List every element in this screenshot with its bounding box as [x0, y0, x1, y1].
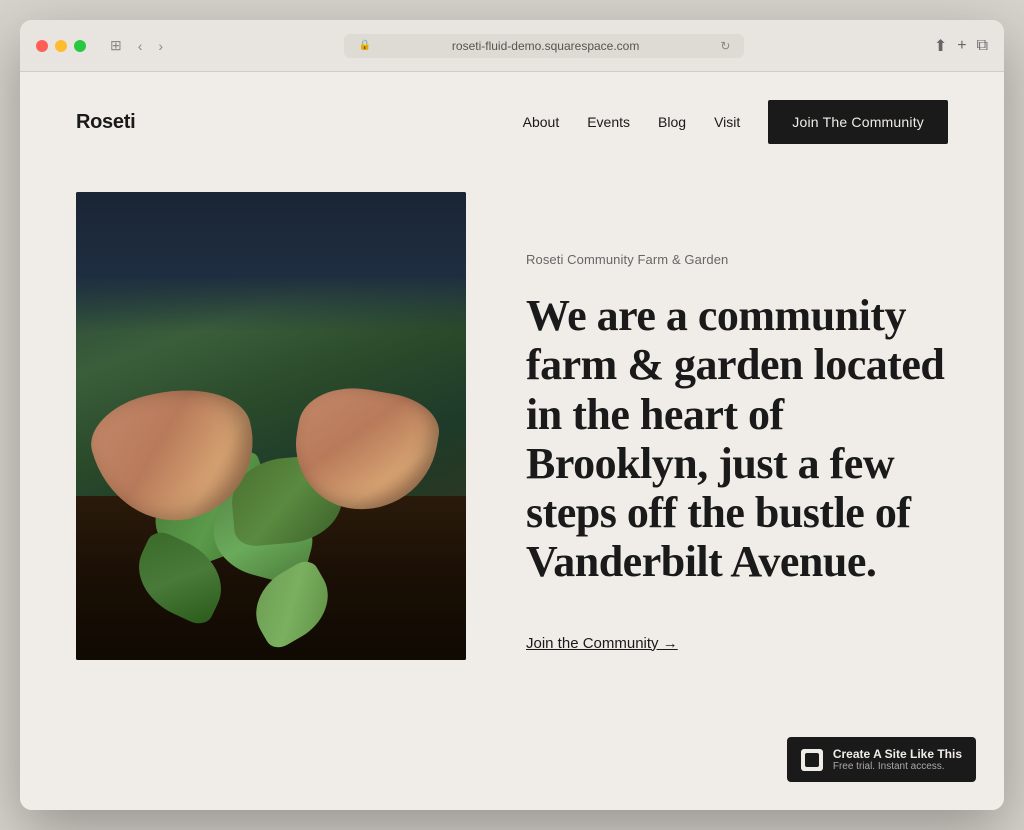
- address-bar-inner[interactable]: 🔒 roseti-fluid-demo.squarespace.com ↻: [344, 34, 744, 58]
- maximize-button[interactable]: [74, 40, 86, 52]
- refresh-icon[interactable]: ↻: [720, 39, 730, 53]
- nav-link-blog[interactable]: Blog: [658, 114, 686, 130]
- browser-chrome: ⊞ ‹ › 🔒 roseti-fluid-demo.squarespace.co…: [20, 20, 1004, 72]
- lock-icon: 🔒: [358, 40, 370, 51]
- clothing-decoration: [76, 192, 466, 332]
- website-content: Roseti About Events Blog Visit Join The …: [20, 72, 1004, 810]
- badge-text: Create A Site Like This Free trial. Inst…: [833, 747, 962, 772]
- hero-image-inner: [76, 192, 466, 660]
- address-bar: 🔒 roseti-fluid-demo.squarespace.com ↻: [179, 34, 910, 58]
- hero-content: Roseti Community Farm & Garden We are a …: [526, 192, 948, 653]
- share-button[interactable]: ⬆: [934, 36, 947, 56]
- browser-window: ⊞ ‹ › 🔒 roseti-fluid-demo.squarespace.co…: [20, 20, 1004, 810]
- hero-section: Roseti Community Farm & Garden We are a …: [20, 172, 1004, 700]
- tabs-button[interactable]: ⧉: [977, 37, 988, 55]
- traffic-lights: [36, 40, 86, 52]
- back-button[interactable]: ‹: [134, 36, 147, 56]
- squarespace-logo: [801, 749, 823, 771]
- hero-title: We are a community farm & garden located…: [526, 291, 948, 587]
- close-button[interactable]: [36, 40, 48, 52]
- sidebar-toggle-button[interactable]: ⊞: [106, 35, 126, 56]
- minimize-button[interactable]: [55, 40, 67, 52]
- hero-image: [76, 192, 466, 660]
- nav-links: About Events Blog Visit Join The Communi…: [523, 100, 948, 144]
- badge-main-text: Create A Site Like This: [833, 747, 962, 761]
- site-logo[interactable]: Roseti: [76, 111, 135, 134]
- navigation: Roseti About Events Blog Visit Join The …: [20, 72, 1004, 172]
- squarespace-logo-inner: [805, 753, 819, 767]
- url-text: roseti-fluid-demo.squarespace.com: [377, 39, 714, 53]
- forward-button[interactable]: ›: [154, 36, 167, 56]
- nav-link-events[interactable]: Events: [587, 114, 630, 130]
- browser-actions: ⬆ + ⧉: [934, 36, 988, 56]
- nav-link-visit[interactable]: Visit: [714, 114, 740, 130]
- new-tab-button[interactable]: +: [957, 37, 966, 55]
- browser-controls: ⊞ ‹ ›: [106, 35, 167, 56]
- hero-cta-button[interactable]: Join the Community →: [526, 635, 678, 652]
- nav-link-about[interactable]: About: [523, 114, 560, 130]
- hero-subtitle: Roseti Community Farm & Garden: [526, 252, 948, 267]
- badge-sub-text: Free trial. Instant access.: [833, 761, 962, 772]
- squarespace-badge[interactable]: Create A Site Like This Free trial. Inst…: [787, 737, 976, 782]
- join-community-button[interactable]: Join The Community: [768, 100, 948, 144]
